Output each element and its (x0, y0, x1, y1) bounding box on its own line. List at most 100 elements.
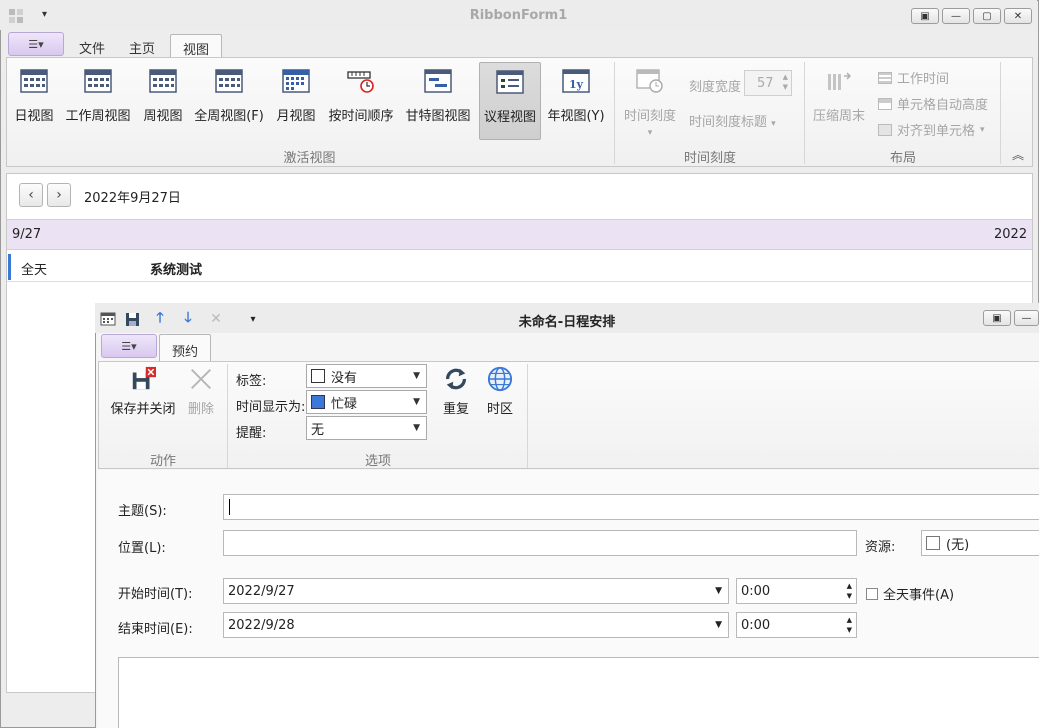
cell-auto-height-button[interactable]: 单元格自动高度 (878, 94, 988, 113)
week-view-button[interactable]: 周视图 (139, 62, 187, 140)
actions-group-label: 动作 (149, 454, 176, 469)
window-restore-layout-button[interactable]: ▣ (911, 8, 939, 24)
dialog-restore-layout-button[interactable]: ▣ (983, 310, 1011, 326)
show-as-combobox[interactable]: 忙碌 ▼ (306, 390, 427, 414)
compress-weekend-button[interactable]: 压缩周末 (810, 62, 868, 140)
delete-button[interactable]: 删除 (183, 364, 219, 424)
allday-checkbox-box (866, 587, 878, 600)
save-close-label: 保存并关闭 (110, 402, 176, 417)
reminder-value: 无 (311, 422, 325, 438)
resource-value: (无) (946, 537, 970, 553)
subject-input[interactable] (223, 494, 1039, 520)
work-time-button[interactable]: 工作时间 (878, 68, 949, 87)
chevron-down-icon: ▼ (413, 371, 420, 381)
spinner-arrows-icon: ▲ ▼ (782, 73, 788, 91)
time-scale-group-label: 时间刻度 (683, 151, 736, 166)
chevron-down-icon: ▼ (413, 423, 420, 433)
dialog-application-menu-button[interactable]: ☰▾ (101, 334, 157, 358)
recurrence-button[interactable]: 重复 (436, 364, 476, 424)
end-date-picker[interactable]: 2022/9/28 ▼ (223, 612, 729, 638)
tab-file[interactable]: 文件 (67, 34, 117, 58)
window-title: RibbonForm1 (469, 8, 568, 23)
time-scale-label: 时间刻度 (623, 109, 676, 124)
location-input[interactable] (223, 530, 857, 556)
gantt-view-button[interactable]: 甘特图视图 (403, 62, 473, 140)
agenda-view-label: 议程视图 (483, 110, 536, 125)
subject-label: 主题(S): (118, 504, 167, 519)
agenda-list-icon (496, 70, 524, 94)
time-scale-title-dropdown[interactable]: 时间刻度标题 ▾ (689, 111, 776, 130)
activate-view-group-label: 激活视图 (283, 151, 336, 166)
week-view-icon (149, 69, 177, 93)
month-view-label: 月视图 (276, 109, 316, 124)
status-busy-bar (8, 254, 11, 280)
chevron-down-icon: ▼ (715, 586, 722, 596)
delete-label: 删除 (187, 402, 214, 417)
application-menu-button[interactable]: ☰▾ (8, 32, 64, 56)
month-view-button[interactable]: 月视图 (272, 62, 320, 140)
chevron-left-icon: ‹ (28, 187, 34, 203)
recurrence-icon (446, 368, 466, 390)
busy-color-swatch (311, 395, 325, 409)
prev-date-button[interactable]: ‹ (19, 183, 43, 207)
resource-checkbox[interactable] (926, 536, 940, 550)
end-time-label: 结束时间(E): (118, 622, 193, 637)
time-scale-button[interactable]: 时间刻度 ▾ (620, 62, 680, 140)
tab-view[interactable]: 视图 (170, 34, 223, 58)
timeline-view-button[interactable]: 按时间顺序 (326, 62, 396, 140)
day-view-button[interactable]: 日视图 (10, 62, 58, 140)
show-as-value: 忙碌 (331, 396, 358, 412)
tab-home[interactable]: 主页 (117, 34, 167, 58)
window-maximize-button[interactable]: ▢ (973, 8, 1001, 24)
agenda-day-header[interactable] (7, 219, 1032, 250)
delete-x-icon (191, 369, 211, 389)
full-week-view-button[interactable]: 全周视图(F) (192, 62, 266, 140)
reminder-combobox[interactable]: 无 ▼ (306, 416, 427, 440)
start-time-value: 0:00 (741, 583, 771, 599)
scale-width-value: 57 (757, 76, 774, 91)
resource-combobox[interactable]: (无) (921, 530, 1039, 556)
start-time-spinner[interactable]: 0:00 ▲ ▼ (736, 578, 857, 604)
spinner-arrows-icon: ▲ ▼ (846, 582, 852, 600)
start-date-picker[interactable]: 2022/9/27 ▼ (223, 578, 729, 604)
chevron-right-icon: › (56, 187, 62, 203)
timezone-button[interactable]: 时区 (482, 364, 518, 424)
cell-auto-height-icon (878, 97, 892, 110)
save-and-close-button[interactable]: 保存并关闭 (104, 364, 182, 424)
full-week-view-icon (215, 69, 243, 93)
globe-icon (487, 366, 513, 392)
compress-weekend-icon (828, 72, 852, 90)
agenda-view-button[interactable]: 议程视图 (479, 62, 541, 140)
day-short-label: 9/27 (12, 227, 42, 242)
work-week-view-label: 工作周视图 (65, 109, 131, 124)
time-scale-title-label: 时间刻度标题 (689, 115, 768, 130)
tag-combobox[interactable]: 没有 ▼ (306, 364, 427, 388)
next-date-button[interactable]: › (47, 183, 71, 207)
scheduler-date-caption: 2022年9月27日 (84, 191, 181, 206)
window-minimize-button[interactable]: — (942, 8, 970, 24)
collapse-ribbon-icon[interactable]: ︽ (1012, 146, 1024, 163)
dialog-minimize-button[interactable]: — (1014, 310, 1039, 326)
gantt-chart-icon (424, 69, 452, 93)
time-scale-clock-icon (636, 69, 663, 93)
allday-event-checkbox[interactable]: 全天事件(A) (866, 584, 954, 603)
scale-width-spinner[interactable]: 57 ▲ ▼ (744, 70, 792, 96)
compress-weekend-label: 压缩周末 (812, 109, 865, 124)
window-close-button[interactable]: ✕ (1004, 8, 1032, 24)
work-week-view-icon (84, 69, 112, 93)
year-view-button[interactable]: 1y 年视图(Y) (546, 62, 606, 140)
start-date-value: 2022/9/27 (228, 583, 295, 599)
day-view-label: 日视图 (14, 109, 54, 124)
description-textarea[interactable] (118, 657, 1039, 728)
tag-color-swatch (311, 369, 325, 383)
work-time-label: 工作时间 (897, 72, 950, 87)
work-week-view-button[interactable]: 工作周视图 (63, 62, 133, 140)
tab-appointment[interactable]: 预约 (159, 334, 212, 362)
snap-to-cell-icon (878, 123, 892, 136)
end-time-spinner[interactable]: 0:00 ▲ ▼ (736, 612, 857, 638)
resource-label: 资源: (865, 540, 896, 555)
timeline-ruler-clock-icon (347, 71, 374, 93)
allday-label: 全天 (21, 263, 48, 278)
snap-to-cell-dropdown[interactable]: 对齐到单元格 ▾ (878, 120, 985, 139)
appointment-subject[interactable]: 系统测试 (150, 259, 202, 278)
